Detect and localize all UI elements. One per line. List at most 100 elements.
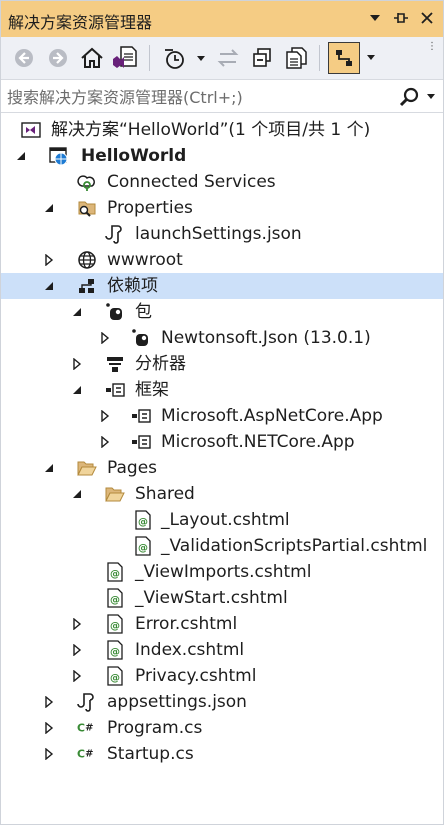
preview-icon <box>336 50 352 66</box>
search-input[interactable] <box>7 84 387 110</box>
expanded-arrow-icon[interactable] <box>14 149 28 163</box>
framework-icon <box>105 380 125 400</box>
tree-node-index[interactable]: @ Index.cshtml <box>1 637 443 663</box>
expanded-arrow-icon[interactable] <box>42 461 56 475</box>
sync-active-document-button[interactable] <box>213 42 243 74</box>
razor-file-icon: @ <box>105 666 125 686</box>
analyzers-label: 分析器 <box>135 354 186 374</box>
expanded-arrow-icon[interactable] <box>42 201 56 215</box>
pin-icon[interactable] <box>391 7 411 29</box>
pending-changes-filter-button[interactable] <box>159 42 207 74</box>
tree-node-netcore-app[interactable]: Microsoft.NETCore.App <box>1 429 443 455</box>
tree-node-program[interactable]: C # Program.cs <box>1 715 443 741</box>
netcore-app-label: Microsoft.NETCore.App <box>161 432 355 452</box>
collapsed-arrow-icon[interactable] <box>42 747 56 761</box>
toolbar: ⋮ <box>1 37 443 79</box>
collapsed-arrow-icon[interactable] <box>98 435 112 449</box>
tree-node-shared[interactable]: Shared <box>1 481 443 507</box>
tree-node-layout[interactable]: @ _Layout.cshtml <box>1 507 443 533</box>
tree-node-launch-settings[interactable]: launchSettings.json <box>1 221 443 247</box>
forward-icon <box>49 49 67 67</box>
tree-node-pages[interactable]: Pages <box>1 455 443 481</box>
razor-file-icon: @ <box>133 536 153 556</box>
close-icon[interactable] <box>417 7 437 29</box>
back-icon <box>15 49 33 67</box>
collapse-all-icon <box>253 48 271 67</box>
tree-node-analyzers[interactable]: 分析器 <box>1 351 443 377</box>
packages-label: 包 <box>135 302 152 322</box>
forward-button[interactable] <box>43 42 73 74</box>
search-icon[interactable] <box>397 85 421 109</box>
tree-node-newtonsoft[interactable]: Newtonsoft.Json (13.0.1) <box>1 325 443 351</box>
privacy-label: Privacy.cshtml <box>135 666 257 686</box>
tree-node-dependencies[interactable]: 依赖项 <box>1 273 443 299</box>
framework-icon <box>131 432 151 452</box>
tree-node-wwwroot[interactable]: wwwroot <box>1 247 443 273</box>
switch-views-icon <box>113 46 137 68</box>
appsettings-label: appsettings.json <box>107 692 247 712</box>
collapse-all-button[interactable] <box>247 42 277 74</box>
analyzer-icon <box>105 354 125 374</box>
collapsed-arrow-icon[interactable] <box>70 617 84 631</box>
svg-text:@: @ <box>110 621 120 632</box>
collapsed-arrow-icon[interactable] <box>70 669 84 683</box>
expanded-arrow-icon[interactable] <box>70 383 84 397</box>
tree-node-properties[interactable]: Properties <box>1 195 443 221</box>
show-all-files-button[interactable] <box>281 42 311 74</box>
tree-node-startup[interactable]: C # Startup.cs <box>1 741 443 767</box>
validation-scripts-label: _ValidationScriptsPartial.cshtml <box>161 536 428 556</box>
shared-label: Shared <box>135 484 195 504</box>
tree-node-connected-services[interactable]: Connected Services <box>1 169 443 195</box>
collapsed-arrow-icon[interactable] <box>70 357 84 371</box>
search-options-dropdown-icon[interactable] <box>424 85 438 109</box>
switch-views-button[interactable] <box>109 42 141 74</box>
tree-node-privacy[interactable]: @ Privacy.cshtml <box>1 663 443 689</box>
project-label: HelloWorld <box>81 146 187 166</box>
error-label: Error.cshtml <box>135 614 238 634</box>
toolbar-overflow-icon[interactable]: ⋮ <box>427 41 437 52</box>
collapsed-arrow-icon[interactable] <box>42 695 56 709</box>
tree-node-solution[interactable]: 解决方案“HelloWorld”(1 个项目/共 1 个) <box>1 117 443 143</box>
collapsed-arrow-icon[interactable] <box>42 721 56 735</box>
chevron-down-icon <box>367 55 375 60</box>
svg-text:@: @ <box>110 569 120 580</box>
collapsed-arrow-icon[interactable] <box>98 409 112 423</box>
collapsed-arrow-icon[interactable] <box>42 253 56 267</box>
svg-text:C: C <box>77 748 85 761</box>
svg-text:@: @ <box>138 543 148 554</box>
search-bar <box>1 79 443 113</box>
tree-node-error[interactable]: @ Error.cshtml <box>1 611 443 637</box>
tree-node-validation-scripts[interactable]: @ _ValidationScriptsPartial.cshtml <box>1 533 443 559</box>
tree-node-frameworks[interactable]: 框架 <box>1 377 443 403</box>
window-position-dropdown-icon[interactable] <box>365 7 385 29</box>
expanded-arrow-icon[interactable] <box>70 305 84 319</box>
razor-file-icon: @ <box>133 510 153 530</box>
title-bar: 解决方案资源管理器 <box>1 1 443 37</box>
tree-node-view-imports[interactable]: @ _ViewImports.cshtml <box>1 559 443 585</box>
back-button[interactable] <box>9 42 39 74</box>
collapsed-arrow-icon[interactable] <box>70 643 84 657</box>
tree-node-project[interactable]: HelloWorld <box>1 143 443 169</box>
window-title: 解决方案资源管理器 <box>8 13 153 32</box>
dependencies-label: 依赖项 <box>107 276 158 296</box>
properties-label: Properties <box>107 198 193 218</box>
tree-node-view-start[interactable]: @ _ViewStart.cshtml <box>1 585 443 611</box>
svg-text:#: # <box>85 723 93 734</box>
toolbar-separator <box>149 45 150 71</box>
tree-node-packages[interactable]: 包 <box>1 299 443 325</box>
tree-node-aspnetcore-app[interactable]: Microsoft.AspNetCore.App <box>1 403 443 429</box>
preview-dropdown-button[interactable] <box>363 42 379 74</box>
home-button[interactable] <box>77 42 107 74</box>
package-icon <box>131 328 151 348</box>
framework-icon <box>131 406 151 426</box>
tree-node-appsettings[interactable]: appsettings.json <box>1 689 443 715</box>
title-bar-buttons <box>365 7 437 29</box>
preview-selected-items-button[interactable] <box>328 42 360 74</box>
pages-label: Pages <box>107 458 158 478</box>
expanded-arrow-icon[interactable] <box>42 279 56 293</box>
pending-changes-icon <box>165 49 205 69</box>
collapsed-arrow-icon[interactable] <box>98 331 112 345</box>
expanded-arrow-icon[interactable] <box>70 487 84 501</box>
newtonsoft-label: Newtonsoft.Json (13.0.1) <box>161 328 371 348</box>
solution-icon <box>21 120 41 140</box>
